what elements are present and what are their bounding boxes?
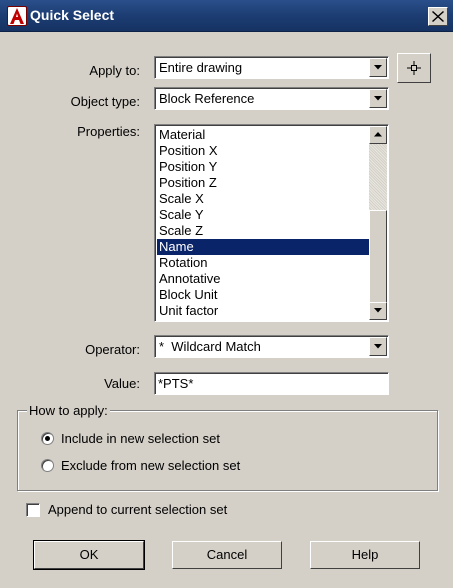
operator-value: * Wildcard Match bbox=[159, 339, 261, 354]
list-item[interactable]: Name bbox=[157, 239, 369, 255]
list-item[interactable]: Block Unit bbox=[157, 287, 369, 303]
scroll-up-button[interactable] bbox=[369, 126, 387, 144]
how-to-apply-group bbox=[17, 410, 438, 491]
cancel-button[interactable]: Cancel bbox=[172, 541, 282, 569]
close-x-icon bbox=[432, 11, 444, 22]
list-item[interactable]: Position X bbox=[157, 143, 369, 159]
object-type-dropdown-button[interactable] bbox=[369, 89, 387, 108]
select-objects-crosshair-icon bbox=[407, 61, 421, 75]
value-label: Value: bbox=[104, 376, 140, 391]
list-item[interactable]: Unit factor bbox=[157, 303, 369, 319]
window-title: Quick Select bbox=[30, 7, 115, 23]
chevron-down-icon bbox=[374, 65, 382, 70]
chevron-down-icon bbox=[374, 344, 382, 349]
include-radio[interactable] bbox=[41, 432, 54, 445]
apply-to-value: Entire drawing bbox=[159, 60, 243, 75]
list-item[interactable]: Scale Z bbox=[157, 223, 369, 239]
apply-to-dropdown[interactable]: Entire drawing bbox=[154, 56, 389, 79]
autocad-a-icon bbox=[7, 6, 27, 26]
object-type-value: Block Reference bbox=[159, 91, 255, 106]
exclude-radio-label[interactable]: Exclude from new selection set bbox=[61, 458, 240, 473]
chevron-down-icon bbox=[374, 96, 382, 101]
radio-selected-dot bbox=[45, 436, 50, 441]
object-type-dropdown[interactable]: Block Reference bbox=[154, 87, 389, 110]
append-checkbox[interactable] bbox=[26, 503, 40, 517]
exclude-radio[interactable] bbox=[41, 459, 54, 472]
object-type-label: Object type: bbox=[70, 94, 140, 109]
properties-listbox[interactable]: Material Position X Position Y Position Z Sc… bbox=[154, 124, 389, 322]
properties-scrollbar[interactable] bbox=[369, 126, 387, 320]
ok-button[interactable]: OK bbox=[33, 540, 145, 570]
apply-to-dropdown-button[interactable] bbox=[369, 58, 387, 77]
list-item[interactable]: Position Z bbox=[157, 175, 369, 191]
value-input[interactable]: *PTS* bbox=[154, 372, 389, 395]
how-to-apply-legend: How to apply: bbox=[27, 403, 110, 418]
properties-list: Material Position X Position Y Position Z Sc… bbox=[157, 127, 369, 319]
chevron-down-icon bbox=[374, 308, 382, 313]
list-item[interactable]: Scale X bbox=[157, 191, 369, 207]
title-bar: Quick Select bbox=[0, 0, 453, 32]
scroll-down-button[interactable] bbox=[369, 302, 387, 320]
list-item[interactable]: Rotation bbox=[157, 255, 369, 271]
operator-label: Operator: bbox=[85, 342, 140, 357]
include-radio-label[interactable]: Include in new selection set bbox=[61, 431, 220, 446]
chevron-up-icon bbox=[374, 132, 382, 137]
help-button[interactable]: Help bbox=[310, 541, 420, 569]
properties-label: Properties: bbox=[77, 124, 140, 139]
scroll-thumb[interactable] bbox=[369, 210, 387, 303]
operator-dropdown[interactable]: * Wildcard Match bbox=[154, 335, 389, 358]
select-objects-button[interactable] bbox=[397, 53, 431, 83]
list-item[interactable]: Annotative bbox=[157, 271, 369, 287]
list-item[interactable]: Material bbox=[157, 127, 369, 143]
list-item[interactable]: Position Y bbox=[157, 159, 369, 175]
apply-to-label: Apply to: bbox=[89, 63, 140, 78]
append-checkbox-label[interactable]: Append to current selection set bbox=[48, 502, 227, 517]
close-button[interactable] bbox=[428, 7, 448, 26]
value-input-text: *PTS* bbox=[158, 376, 194, 391]
operator-dropdown-button[interactable] bbox=[369, 337, 387, 356]
list-item[interactable]: Scale Y bbox=[157, 207, 369, 223]
